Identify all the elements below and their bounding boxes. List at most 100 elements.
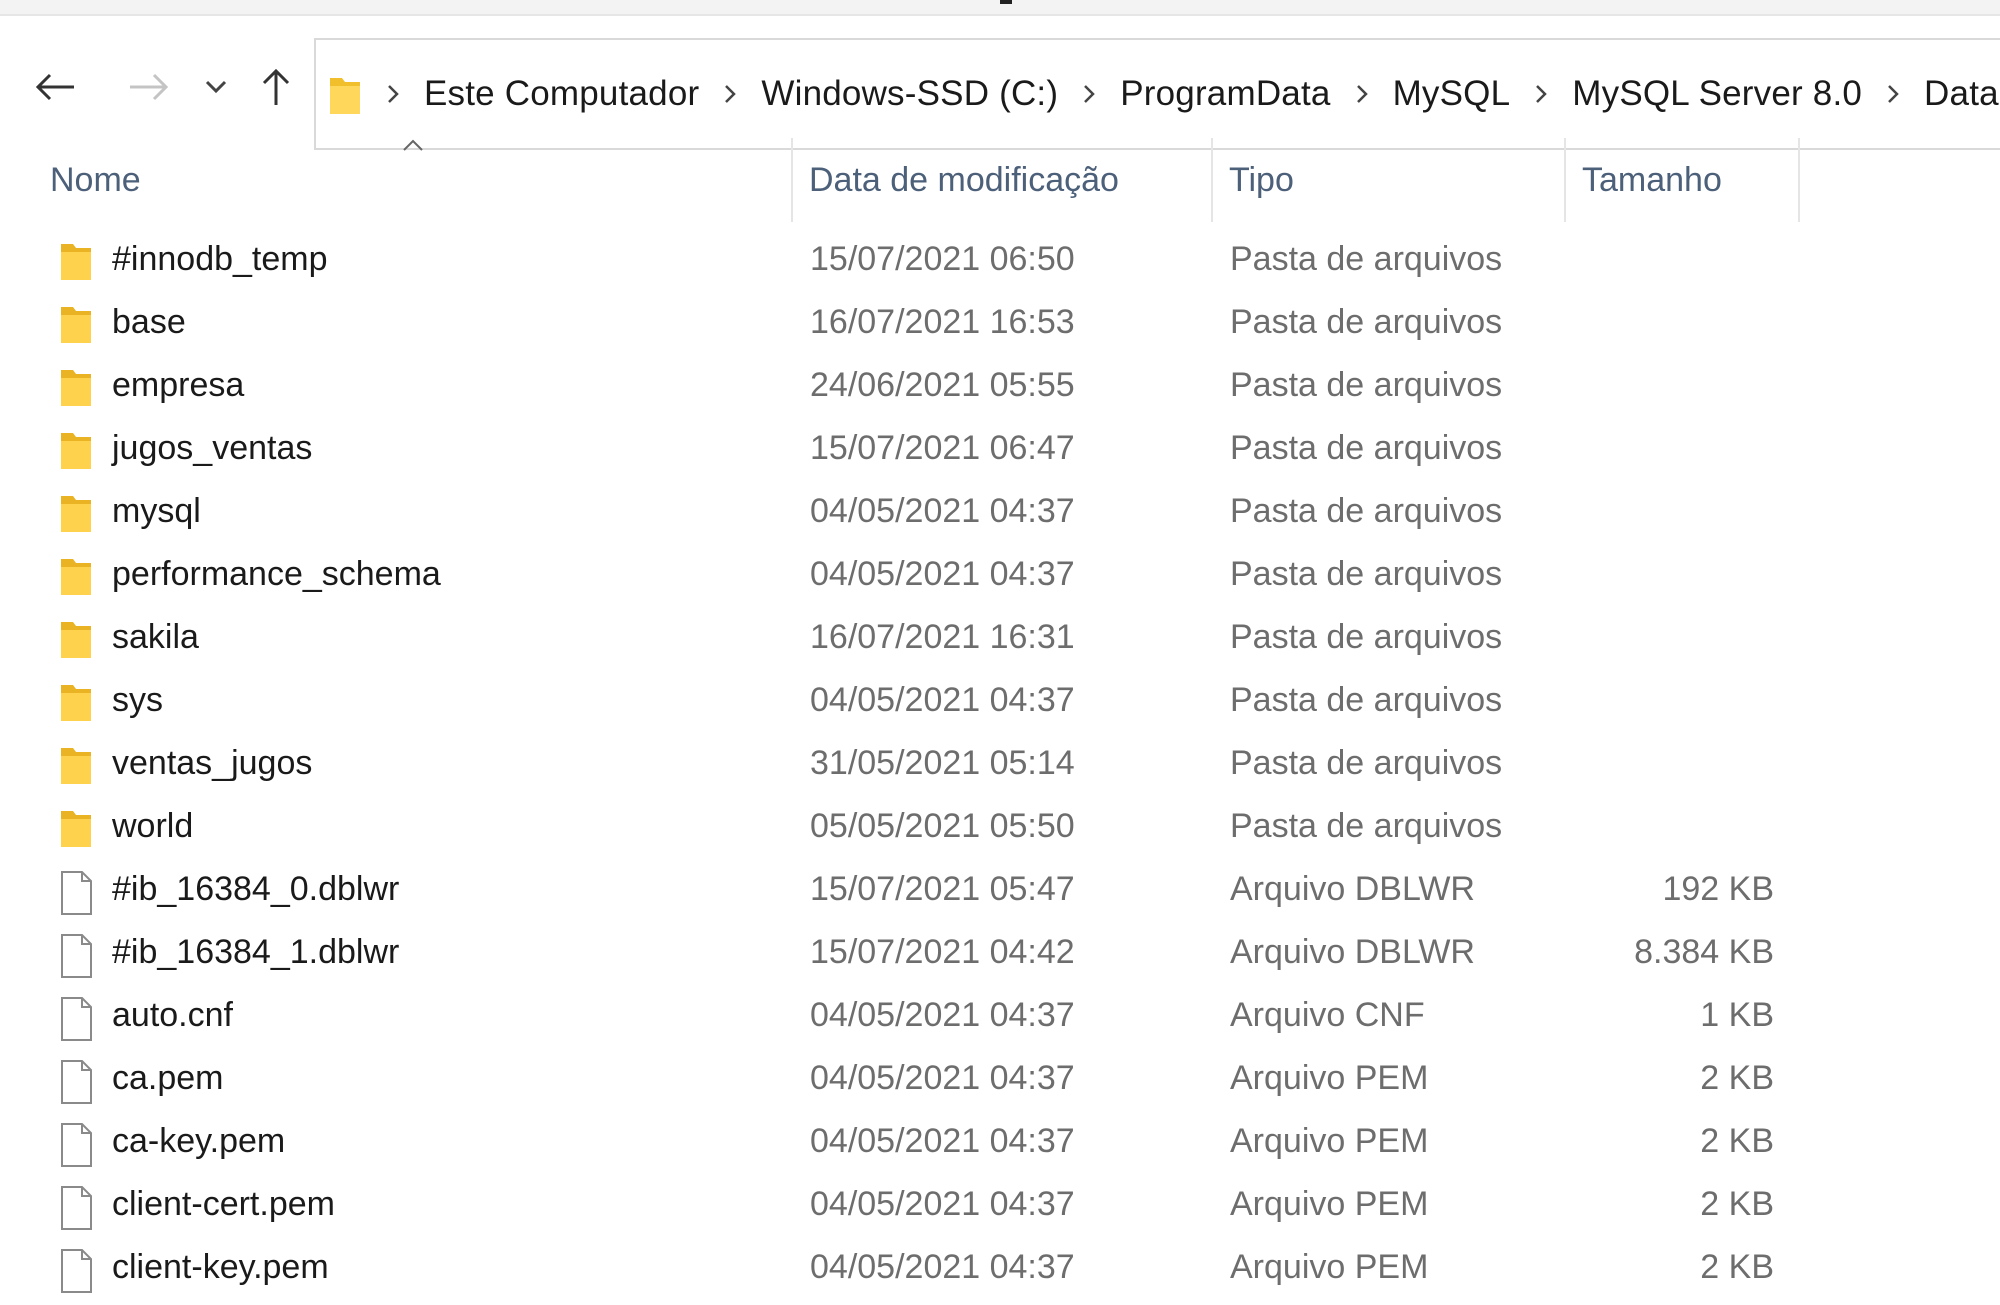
file-row[interactable]: #innodb_temp 15/07/2021 06:50 Pasta de arq… bbox=[0, 234, 2000, 297]
file-type: Arquivo CNF bbox=[1230, 996, 1425, 1034]
file-type: Pasta de arquivos bbox=[1230, 618, 1503, 656]
file-size: 192 KB bbox=[1662, 870, 1774, 908]
file-row[interactable]: ventas_jugos 31/05/2021 05:14 Pasta de arq… bbox=[0, 738, 2000, 801]
file-size: 2 KB bbox=[1700, 1059, 1774, 1097]
file-row[interactable]: auto.cnf 04/05/2021 04:37 Arquivo CNF 1 KB bbox=[0, 990, 2000, 1053]
arrow-up-icon bbox=[262, 68, 290, 105]
folder-icon bbox=[58, 744, 94, 790]
file-type: Pasta de arquivos bbox=[1230, 744, 1503, 782]
breadcrumb-este-computador[interactable]: Este Computador bbox=[424, 74, 699, 114]
file-row[interactable]: #ib_16384_1.dblwr 15/07/2021 04:42 Arquivo… bbox=[0, 927, 2000, 990]
column-header-name-label: Nome bbox=[50, 160, 141, 199]
file-row[interactable]: mysql 04/05/2021 04:37 Pasta de arquivos bbox=[0, 486, 2000, 549]
file-row[interactable]: jugos_ventas 15/07/2021 06:47 Pasta de arq… bbox=[0, 423, 2000, 486]
file-name: jugos_ventas bbox=[112, 429, 313, 467]
file-icon bbox=[58, 1185, 94, 1231]
file-date: 16/07/2021 16:31 bbox=[810, 618, 1075, 656]
file-row[interactable]: performance_schema 04/05/2021 04:37 Pasta … bbox=[0, 549, 2000, 612]
file-row[interactable]: empresa 24/06/2021 05:55 Pasta de arquivos bbox=[0, 360, 2000, 423]
file-name: base bbox=[112, 303, 186, 341]
file-date: 15/07/2021 06:50 bbox=[810, 240, 1075, 278]
arrow-right-icon bbox=[130, 73, 169, 101]
recent-locations-button[interactable] bbox=[198, 52, 234, 122]
chevron-right-icon[interactable] bbox=[1524, 83, 1558, 105]
file-row[interactable]: ca-key.pem 04/05/2021 04:37 Arquivo PEM 2 K… bbox=[0, 1116, 2000, 1179]
file-type: Pasta de arquivos bbox=[1230, 240, 1503, 278]
file-name: empresa bbox=[112, 366, 245, 404]
column-header-name[interactable]: Nome bbox=[38, 138, 793, 222]
title-bar-strip bbox=[0, 0, 2000, 16]
file-icon bbox=[58, 996, 94, 1042]
file-date: 04/05/2021 04:37 bbox=[810, 1122, 1075, 1160]
column-header-type[interactable]: Tipo bbox=[1217, 138, 1566, 222]
address-bar[interactable]: Este Computador Windows-SSD (C:) Program… bbox=[314, 38, 2000, 150]
file-row[interactable]: client-cert.pem 04/05/2021 04:37 Arquivo P… bbox=[0, 1179, 2000, 1242]
file-name: sys bbox=[112, 681, 163, 719]
column-header-size[interactable]: Tamanho bbox=[1570, 138, 1800, 222]
file-date: 04/05/2021 04:37 bbox=[810, 1248, 1075, 1286]
file-date: 04/05/2021 04:37 bbox=[810, 681, 1075, 719]
file-name: sakila bbox=[112, 618, 199, 656]
file-name: ca.pem bbox=[112, 1059, 224, 1097]
file-icon bbox=[58, 870, 94, 916]
file-size: 2 KB bbox=[1700, 1185, 1774, 1223]
folder-icon bbox=[58, 807, 94, 853]
file-row[interactable]: world 05/05/2021 05:50 Pasta de arquivos bbox=[0, 801, 2000, 864]
column-header-date[interactable]: Data de modificação bbox=[797, 138, 1213, 222]
chevron-right-icon[interactable] bbox=[1876, 83, 1910, 105]
file-type: Pasta de arquivos bbox=[1230, 366, 1503, 404]
breadcrumb-programdata[interactable]: ProgramData bbox=[1120, 74, 1330, 114]
forward-button[interactable] bbox=[122, 52, 176, 122]
file-date: 04/05/2021 04:37 bbox=[810, 555, 1075, 593]
chevron-down-icon bbox=[205, 80, 227, 94]
file-name: client-cert.pem bbox=[112, 1185, 335, 1223]
column-header-size-label: Tamanho bbox=[1582, 160, 1722, 199]
chevron-right-icon[interactable] bbox=[1072, 83, 1106, 105]
breadcrumb-data[interactable]: Data bbox=[1924, 74, 1999, 114]
file-date: 04/05/2021 04:37 bbox=[810, 492, 1075, 530]
file-size: 8.384 KB bbox=[1634, 933, 1774, 971]
file-date: 16/07/2021 16:53 bbox=[810, 303, 1075, 341]
file-date: 05/05/2021 05:50 bbox=[810, 807, 1075, 845]
breadcrumb-mysql-server[interactable]: MySQL Server 8.0 bbox=[1572, 74, 1862, 114]
folder-icon bbox=[58, 618, 94, 664]
up-button[interactable] bbox=[256, 52, 296, 122]
chevron-right-icon[interactable] bbox=[1345, 83, 1379, 105]
file-type: Pasta de arquivos bbox=[1230, 303, 1503, 341]
file-row[interactable]: sys 04/05/2021 04:37 Pasta de arquivos bbox=[0, 675, 2000, 738]
file-date: 15/07/2021 05:47 bbox=[810, 870, 1075, 908]
breadcrumb-mysql[interactable]: MySQL bbox=[1393, 74, 1511, 114]
column-header-row: Nome Data de modificação Tipo Tamanho bbox=[0, 138, 2000, 222]
arrow-left-icon bbox=[35, 73, 74, 101]
file-type: Pasta de arquivos bbox=[1230, 429, 1503, 467]
folder-icon bbox=[58, 366, 94, 412]
file-icon bbox=[58, 933, 94, 979]
file-name: world bbox=[112, 807, 194, 845]
breadcrumb-windows-ssd[interactable]: Windows-SSD (C:) bbox=[761, 74, 1058, 114]
back-button[interactable] bbox=[28, 52, 82, 122]
breadcrumb: Este Computador Windows-SSD (C:) Program… bbox=[362, 74, 2000, 114]
file-date: 15/07/2021 04:42 bbox=[810, 933, 1075, 971]
file-name: client-key.pem bbox=[112, 1248, 329, 1286]
file-name: ca-key.pem bbox=[112, 1122, 286, 1160]
file-size: 2 KB bbox=[1700, 1248, 1774, 1286]
folder-icon bbox=[58, 240, 94, 286]
file-name: #innodb_temp bbox=[112, 240, 328, 278]
file-type: Arquivo PEM bbox=[1230, 1059, 1429, 1097]
file-name: mysql bbox=[112, 492, 201, 530]
chevron-right-icon[interactable] bbox=[376, 83, 410, 105]
file-row[interactable]: base 16/07/2021 16:53 Pasta de arquivos bbox=[0, 297, 2000, 360]
file-name: #ib_16384_0.dblwr bbox=[112, 870, 400, 908]
file-row[interactable]: #ib_16384_0.dblwr 15/07/2021 05:47 Arquivo… bbox=[0, 864, 2000, 927]
file-row[interactable]: client-key.pem 04/05/2021 04:37 Arquivo PE… bbox=[0, 1242, 2000, 1305]
file-date: 24/06/2021 05:55 bbox=[810, 366, 1075, 404]
file-type: Arquivo DBLWR bbox=[1230, 933, 1475, 971]
window-notch bbox=[1000, 0, 1012, 4]
file-size: 1 KB bbox=[1700, 996, 1774, 1034]
file-type: Pasta de arquivos bbox=[1230, 555, 1503, 593]
file-row[interactable]: sakila 16/07/2021 16:31 Pasta de arquivos bbox=[0, 612, 2000, 675]
chevron-right-icon[interactable] bbox=[713, 83, 747, 105]
file-date: 04/05/2021 04:37 bbox=[810, 1059, 1075, 1097]
file-row[interactable]: ca.pem 04/05/2021 04:37 Arquivo PEM 2 KB bbox=[0, 1053, 2000, 1116]
file-date: 31/05/2021 05:14 bbox=[810, 744, 1075, 782]
